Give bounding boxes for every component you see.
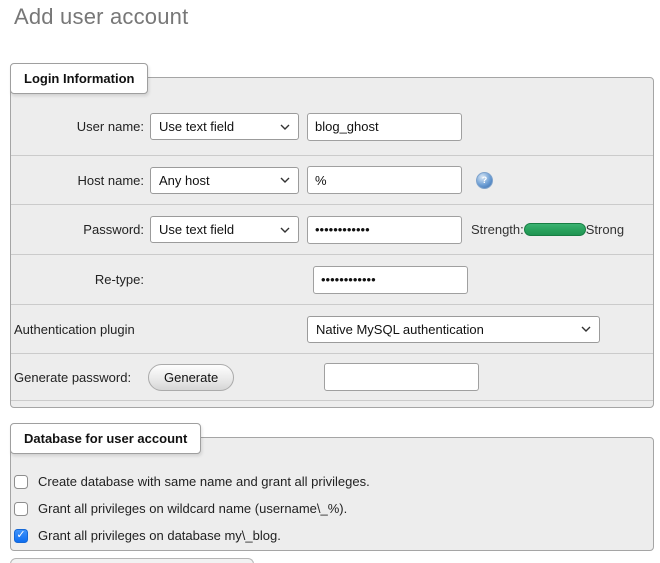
grant-database-option: ✓ Grant all privileges on database my\_b… — [11, 522, 653, 549]
create-database-option: Create database with same name and grant… — [11, 468, 653, 495]
username-label: User name: — [12, 119, 144, 134]
hostname-label: Host name: — [12, 173, 144, 188]
hostname-input[interactable] — [307, 166, 462, 194]
retype-row: Re-type: — [11, 255, 653, 305]
password-row: Password: Use text field Strength: Stron… — [11, 205, 653, 255]
grant-database-label: Grant all privileges on database my\_blo… — [38, 528, 281, 543]
add-user-account-page: Add user account Login Information User … — [0, 0, 660, 563]
login-information-fieldset: Login Information User name: Use text fi… — [10, 77, 654, 408]
chevron-down-icon — [280, 124, 290, 130]
help-icon[interactable]: ? — [476, 172, 493, 189]
login-information-legend: Login Information — [10, 63, 148, 94]
strength-label: Strength: — [471, 222, 524, 237]
generate-password-label: Generate password: — [12, 370, 138, 385]
create-database-label: Create database with same name and grant… — [38, 474, 370, 489]
grant-wildcard-label: Grant all privileges on wildcard name (u… — [38, 501, 347, 516]
password-strength-meter: Strength: Strong — [471, 222, 624, 237]
password-type-select-value: Use text field — [159, 222, 234, 237]
password-label: Password: — [12, 222, 144, 237]
database-options: Create database with same name and grant… — [11, 438, 653, 549]
strength-bar — [524, 223, 586, 236]
auth-plugin-select[interactable]: Native MySQL authentication — [307, 316, 600, 343]
page-title: Add user account — [14, 4, 188, 30]
auth-plugin-row: Authentication plugin Native MySQL authe… — [11, 305, 653, 354]
grant-wildcard-checkbox[interactable] — [14, 502, 28, 516]
chevron-down-icon — [280, 227, 290, 233]
hostname-type-select[interactable]: Any host — [150, 167, 299, 194]
strength-value: Strong — [586, 222, 624, 237]
username-type-select[interactable]: Use text field — [150, 113, 299, 140]
database-fieldset: Database for user account Create databas… — [10, 437, 654, 551]
generate-button[interactable]: Generate — [148, 364, 234, 391]
hostname-type-select-value: Any host — [159, 173, 210, 188]
generate-password-row: Generate password: Generate — [11, 354, 653, 401]
auth-plugin-label: Authentication plugin — [12, 322, 307, 337]
retype-label: Re-type: — [12, 272, 144, 287]
grant-wildcard-option: Grant all privileges on wildcard name (u… — [11, 495, 653, 522]
username-input[interactable] — [307, 113, 462, 141]
grant-database-checkbox[interactable]: ✓ — [14, 529, 28, 543]
database-legend: Database for user account — [10, 423, 201, 454]
next-section-legend-partial — [10, 558, 254, 563]
hostname-row: Host name: Any host ? — [11, 156, 653, 205]
create-database-checkbox[interactable] — [14, 475, 28, 489]
chevron-down-icon — [581, 326, 591, 332]
chevron-down-icon — [280, 177, 290, 183]
username-type-select-value: Use text field — [159, 119, 234, 134]
generated-password-input[interactable] — [324, 363, 479, 391]
password-input[interactable] — [307, 216, 462, 244]
auth-plugin-select-value: Native MySQL authentication — [316, 322, 484, 337]
password-type-select[interactable]: Use text field — [150, 216, 299, 243]
retype-password-input[interactable] — [313, 266, 468, 294]
